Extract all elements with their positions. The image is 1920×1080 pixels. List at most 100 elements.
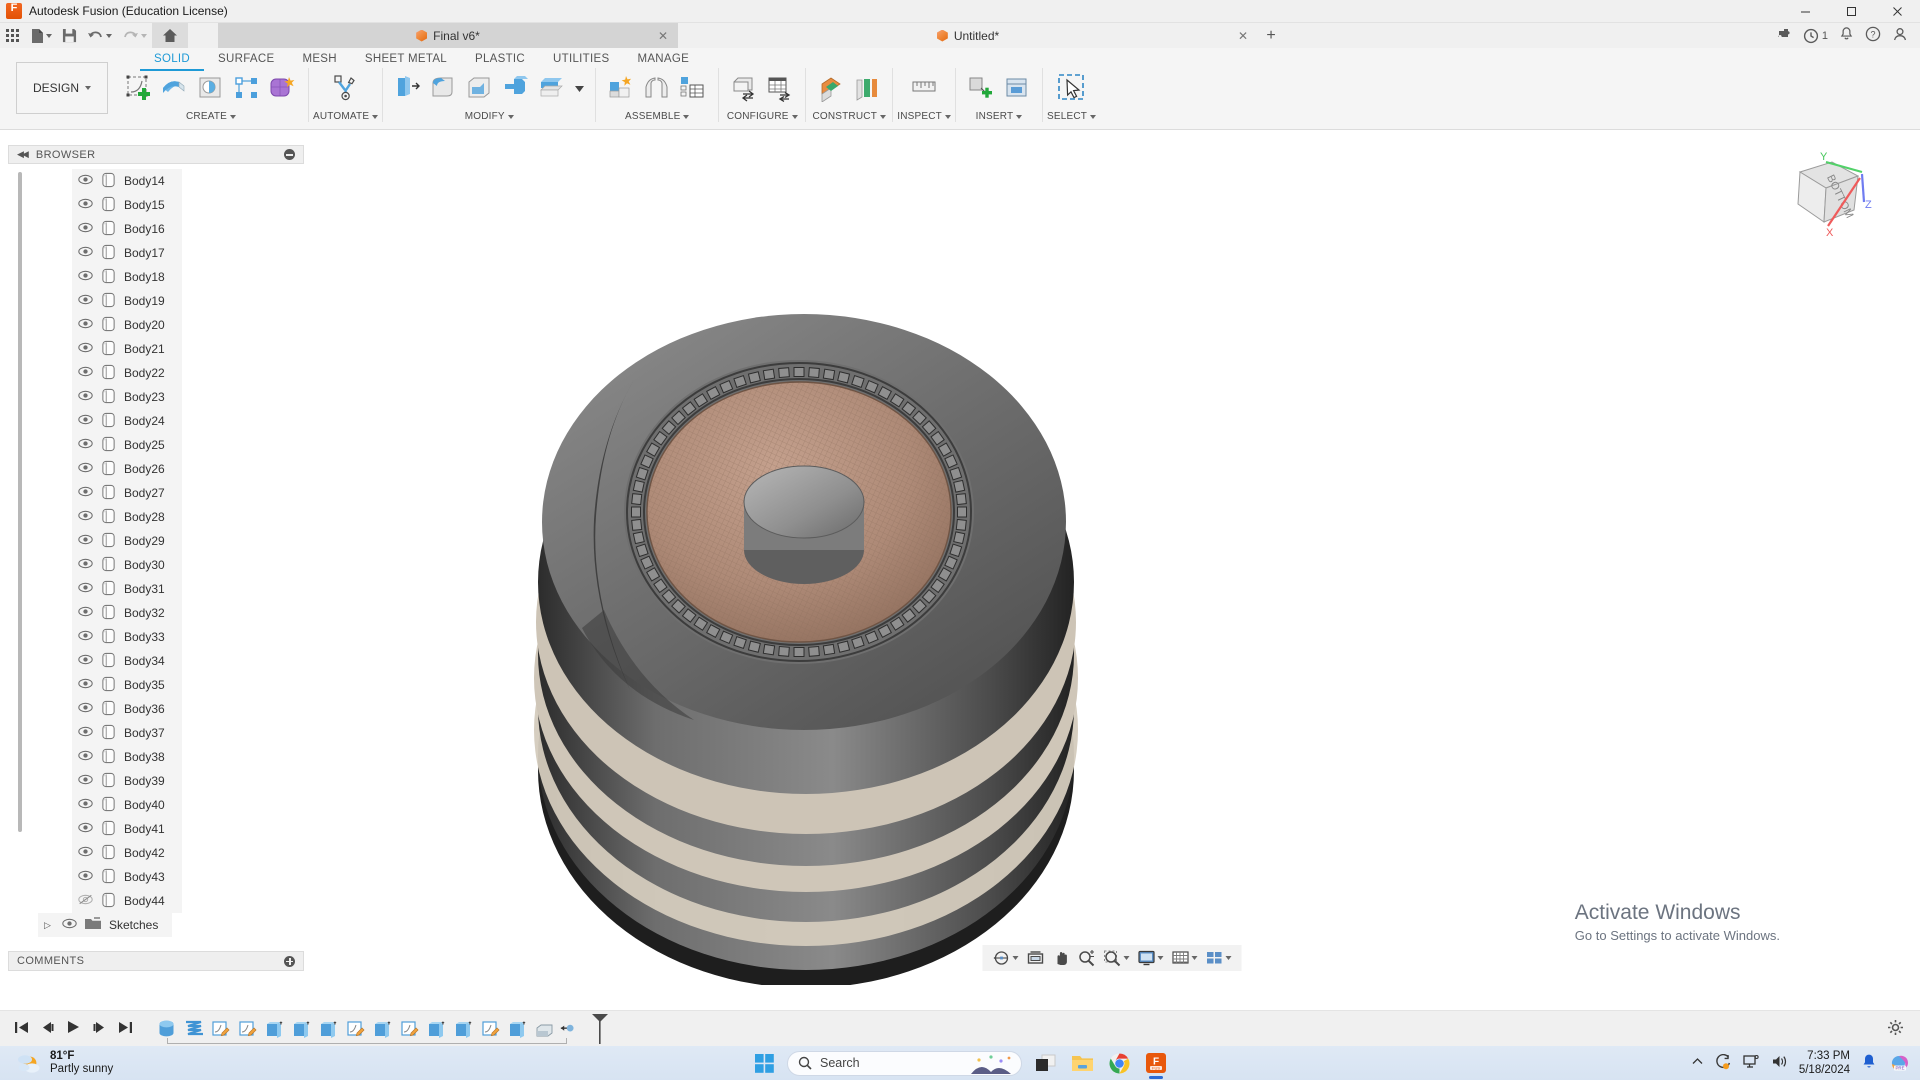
panel-label-modify[interactable]: MODIFY xyxy=(465,111,514,122)
visibility-toggle[interactable] xyxy=(78,462,93,476)
browser-node-body20[interactable]: Body20 xyxy=(72,313,182,337)
visibility-toggle[interactable] xyxy=(78,606,93,620)
browser-node-body39[interactable]: Body39 xyxy=(72,769,182,793)
file-explorer-button[interactable] xyxy=(1068,1049,1096,1077)
bell-icon[interactable] xyxy=(1839,26,1854,45)
redo-button[interactable] xyxy=(117,23,152,48)
visibility-toggle[interactable] xyxy=(78,750,93,764)
automated-modeling-icon[interactable] xyxy=(325,70,367,106)
plus-circle-icon[interactable] xyxy=(284,955,295,967)
configure-table-icon[interactable] xyxy=(763,70,797,106)
fillet-icon[interactable] xyxy=(427,70,461,106)
plane-angle-icon[interactable] xyxy=(850,70,884,106)
visibility-toggle[interactable] xyxy=(78,582,93,596)
browser-node-body19[interactable]: Body19 xyxy=(72,289,182,313)
visibility-toggle[interactable] xyxy=(78,798,93,812)
chevron-up-icon[interactable] xyxy=(1691,1055,1704,1071)
view-cube[interactable]: BOTTOM Y X Z xyxy=(1780,148,1872,240)
visibility-toggle[interactable] xyxy=(78,390,93,404)
combine-icon[interactable] xyxy=(499,70,533,106)
minimize-button[interactable] xyxy=(1782,0,1828,23)
new-document-tab-button[interactable]: + xyxy=(1258,23,1284,48)
offset-face-icon[interactable] xyxy=(535,70,569,106)
home-button[interactable] xyxy=(152,23,188,48)
assemble-table-icon[interactable] xyxy=(676,70,710,106)
workspace-switcher-button[interactable]: DESIGN xyxy=(16,62,108,114)
task-view-button[interactable] xyxy=(1031,1049,1059,1077)
visibility-toggle[interactable] xyxy=(78,534,93,548)
document-tab-untitled[interactable]: Untitled* ✕ xyxy=(678,23,1258,48)
visibility-toggle[interactable] xyxy=(78,294,93,308)
visibility-toggle[interactable] xyxy=(78,438,93,452)
chevron-down-icon[interactable] xyxy=(1123,956,1130,960)
panel-label-create[interactable]: CREATE xyxy=(186,111,237,122)
form-icon[interactable] xyxy=(266,70,300,106)
browser-node-body24[interactable]: Body24 xyxy=(72,409,182,433)
visibility-toggle[interactable] xyxy=(78,510,93,524)
measure-icon[interactable] xyxy=(907,70,941,106)
visibility-toggle[interactable] xyxy=(78,174,93,188)
network-icon[interactable] xyxy=(1743,1054,1760,1072)
maximize-button[interactable] xyxy=(1828,0,1874,23)
app-grid-button[interactable] xyxy=(0,23,25,48)
taskbar-weather-widget[interactable]: 81°F Partly sunny xyxy=(0,1050,113,1076)
user-avatar-icon[interactable] xyxy=(1892,26,1908,45)
panel-label-inspect[interactable]: INSPECT xyxy=(897,111,951,122)
browser-node-body38[interactable]: Body38 xyxy=(72,745,182,769)
visibility-toggle[interactable] xyxy=(78,558,93,572)
browser-node-body36[interactable]: Body36 xyxy=(72,697,182,721)
browser-node-body17[interactable]: Body17 xyxy=(72,241,182,265)
browser-node-body35[interactable]: Body35 xyxy=(72,673,182,697)
visibility-toggle[interactable] xyxy=(78,366,93,380)
grid-settings-button[interactable] xyxy=(1169,947,1201,969)
select-icon[interactable] xyxy=(1055,70,1089,106)
browser-scrollbar[interactable] xyxy=(18,172,22,832)
fit-button[interactable] xyxy=(1024,947,1048,969)
visibility-toggle[interactable] xyxy=(78,342,93,356)
panel-label-automate[interactable]: AUTOMATE xyxy=(313,111,379,122)
extrude-icon[interactable] xyxy=(158,70,192,106)
browser-node-body31[interactable]: Body31 xyxy=(72,577,182,601)
viewports-button[interactable] xyxy=(1203,947,1235,969)
chevron-down-icon[interactable] xyxy=(1157,956,1164,960)
insert-mcmaster-icon[interactable] xyxy=(1000,70,1034,106)
visibility-toggle[interactable] xyxy=(78,822,93,836)
browser-node-body33[interactable]: Body33 xyxy=(72,625,182,649)
browser-node-body32[interactable]: Body32 xyxy=(72,601,182,625)
undo-button[interactable] xyxy=(82,23,117,48)
chrome-button[interactable] xyxy=(1105,1049,1133,1077)
notification-bell-icon[interactable] xyxy=(1861,1053,1877,1073)
visibility-toggle[interactable] xyxy=(78,414,93,428)
browser-node-body40[interactable]: Body40 xyxy=(72,793,182,817)
panel-label-assemble[interactable]: ASSEMBLE xyxy=(625,111,690,122)
step-forward-button[interactable] xyxy=(92,1021,107,1037)
browser-node-body28[interactable]: Body28 xyxy=(72,505,182,529)
revolve-icon[interactable] xyxy=(194,70,228,106)
browser-node-body18[interactable]: Body18 xyxy=(72,265,182,289)
go-to-beginning-button[interactable] xyxy=(14,1021,29,1037)
visibility-toggle[interactable] xyxy=(78,246,93,260)
pan-button[interactable] xyxy=(1050,947,1073,969)
browser-node-body22[interactable]: Body22 xyxy=(72,361,182,385)
browser-node-body16[interactable]: Body16 xyxy=(72,217,182,241)
close-icon[interactable]: ✕ xyxy=(658,29,668,43)
step-back-button[interactable] xyxy=(40,1021,55,1037)
orbit-button[interactable] xyxy=(990,947,1022,969)
visibility-toggle[interactable] xyxy=(78,702,93,716)
browser-node-body26[interactable]: Body26 xyxy=(72,457,182,481)
volume-icon[interactable] xyxy=(1771,1054,1788,1072)
timeline-settings-button[interactable] xyxy=(1887,1019,1920,1039)
joint-icon[interactable] xyxy=(640,70,674,106)
panel-label-insert[interactable]: INSERT xyxy=(976,111,1023,122)
visibility-toggle[interactable] xyxy=(78,486,93,500)
visibility-toggle[interactable] xyxy=(78,894,93,908)
copilot-icon[interactable]: PRE xyxy=(1888,1052,1910,1075)
document-tab-final[interactable]: Final v6* ✕ xyxy=(218,23,678,48)
panel-label-select[interactable]: SELECT xyxy=(1047,111,1097,122)
chevron-down-icon[interactable] xyxy=(141,33,147,38)
browser-node-body29[interactable]: Body29 xyxy=(72,529,182,553)
display-settings-button[interactable] xyxy=(1135,947,1167,969)
taskbar-clock[interactable]: 7:33 PM 5/18/2024 xyxy=(1799,1049,1850,1077)
panel-label-configure[interactable]: CONFIGURE xyxy=(727,111,798,122)
3d-canvas[interactable]: BOTTOM Y X Z Activate Windows Go to Sett… xyxy=(304,130,1920,985)
